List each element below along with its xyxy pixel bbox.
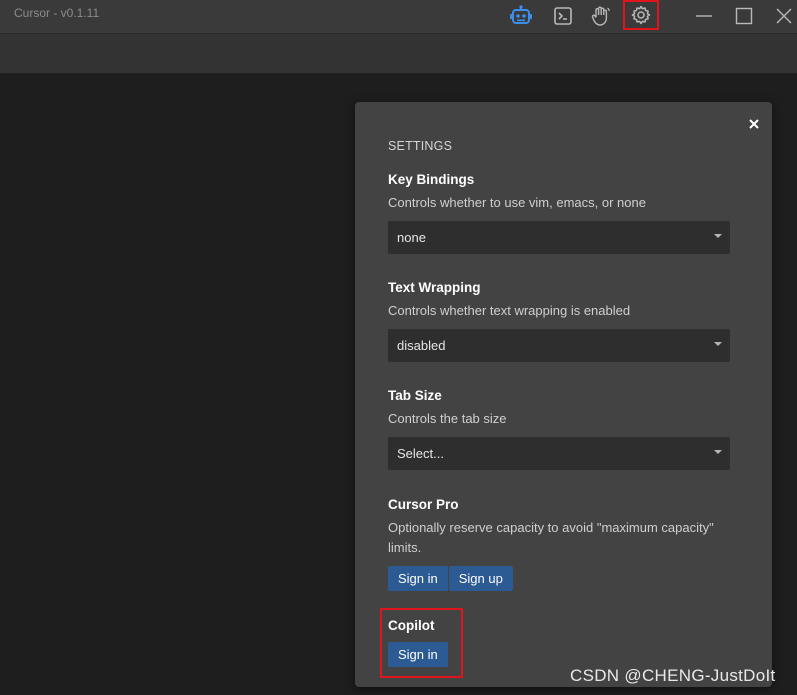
chevron-down-icon <box>714 342 722 346</box>
minimize-icon[interactable] <box>691 3 717 29</box>
text-wrapping-description: Controls whether text wrapping is enable… <box>388 303 631 318</box>
cursor-pro-section: Cursor Pro Optionally reserve capacity t… <box>388 496 730 591</box>
copilot-highlight-box <box>380 608 463 678</box>
settings-close-icon[interactable] <box>746 116 762 132</box>
settings-panel: SETTINGS Key Bindings Controls whether t… <box>355 102 772 687</box>
text-wrapping-title: Text Wrapping <box>388 280 481 295</box>
hand-icon[interactable] <box>588 3 614 29</box>
chevron-down-icon <box>714 450 722 454</box>
watermark: CSDN @CHENG-JustDoIt <box>570 666 776 685</box>
maximize-icon[interactable] <box>731 3 757 29</box>
settings-gear-button[interactable] <box>623 0 659 30</box>
cursor-pro-title: Cursor Pro <box>388 497 459 512</box>
chevron-down-icon <box>714 234 722 238</box>
close-icon[interactable] <box>771 3 797 29</box>
text-wrapping-section: Text Wrapping Controls whether text wrap… <box>388 279 730 362</box>
text-wrapping-value: disabled <box>397 338 446 353</box>
key-bindings-section: Key Bindings Controls whether to use vim… <box>388 171 730 254</box>
key-bindings-title: Key Bindings <box>388 172 475 187</box>
tab-size-description: Controls the tab size <box>388 411 507 426</box>
cursor-pro-buttons: Sign in Sign up <box>388 566 730 591</box>
robot-icon[interactable] <box>508 3 534 29</box>
window-title: Cursor - v0.1.11 <box>14 6 100 20</box>
cursor-pro-sign-up-button[interactable]: Sign up <box>448 566 513 591</box>
tab-size-value: Select... <box>397 446 444 461</box>
tab-size-section: Tab Size Controls the tab size Select... <box>388 387 730 470</box>
tab-strip <box>0 34 797 73</box>
key-bindings-select[interactable]: none <box>388 221 730 254</box>
app-window: Cursor - v0.1.11 SETTINGS Key Bindings C… <box>0 0 797 695</box>
cursor-pro-sign-in-button[interactable]: Sign in <box>388 566 448 591</box>
terminal-icon[interactable] <box>550 3 576 29</box>
text-wrapping-select[interactable]: disabled <box>388 329 730 362</box>
title-bar: Cursor - v0.1.11 <box>0 0 797 34</box>
key-bindings-value: none <box>397 230 426 245</box>
tab-size-title: Tab Size <box>388 388 442 403</box>
settings-heading: SETTINGS <box>388 139 453 153</box>
tab-size-select[interactable]: Select... <box>388 437 730 470</box>
cursor-pro-description: Optionally reserve capacity to avoid "ma… <box>388 520 714 555</box>
key-bindings-description: Controls whether to use vim, emacs, or n… <box>388 195 646 210</box>
gear-icon <box>631 5 651 25</box>
